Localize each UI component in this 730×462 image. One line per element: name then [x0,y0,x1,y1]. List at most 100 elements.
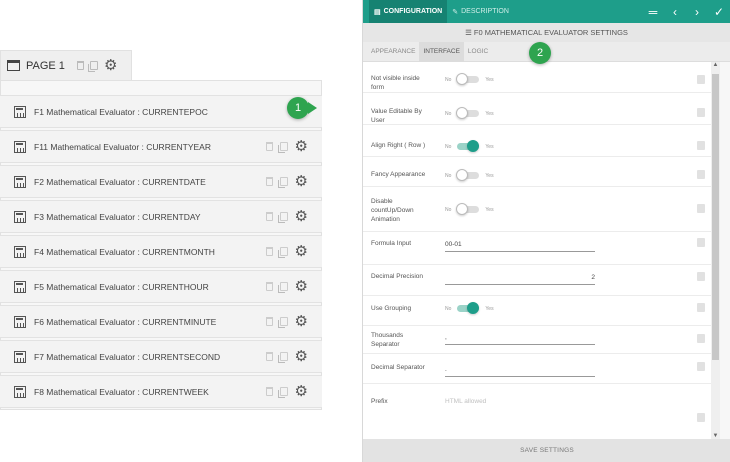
scroll-thumb[interactable] [712,74,719,360]
calculator-icon [14,350,26,363]
help-icon[interactable] [697,75,705,84]
chevron-left-icon[interactable]: ‹ [664,0,686,23]
panel-title: ☰ F0 MATHEMATICAL EVALUATOR SETTINGS [363,23,730,42]
align-right-toggle[interactable]: No Yes [445,140,494,152]
copy-icon[interactable] [277,142,288,153]
chevron-right-icon[interactable]: › [686,0,708,23]
help-icon[interactable] [697,108,705,117]
form-builder-area: PAGE 1 ⚙ F1 Mathematical Evaluator : CUR… [0,0,362,462]
toggle-switch[interactable] [456,107,480,119]
copy-icon[interactable] [277,247,288,258]
decimal-separator-input[interactable]: . [445,366,595,377]
step-badge-2: 2 [529,42,551,64]
scroll-up-icon[interactable]: ▲ [711,62,720,68]
field-label: F3 Mathematical Evaluator : CURRENTDAY [34,211,201,222]
not-visible-toggle[interactable]: No Yes [445,73,494,85]
trash-icon[interactable] [265,177,273,186]
trash-icon[interactable] [265,317,273,326]
page-gear-icon[interactable]: ⚙ [104,58,117,73]
tab-logic[interactable]: LOGIC [464,42,492,62]
field-row[interactable]: F6 Mathematical Evaluator : CURRENTMINUT… [0,305,322,338]
field-row[interactable]: F11 Mathematical Evaluator : CURRENTYEAR… [0,130,322,163]
help-icon[interactable] [697,413,705,422]
trash-icon[interactable] [265,247,273,256]
field-gear-icon[interactable]: ⚙ [295,139,308,154]
prefix-input[interactable]: HTML allowed [445,398,595,408]
field-gear-icon[interactable]: ⚙ [295,244,308,259]
toggle-switch[interactable] [456,169,480,181]
toggle-switch[interactable] [457,302,480,314]
field-row[interactable]: F4 Mathematical Evaluator : CURRENTMONTH… [0,235,322,268]
tab-configuration[interactable]: ▤ CONFIGURATION [369,0,448,23]
toggle-no-label: No [445,305,452,312]
tab-description-label: DESCRIPTION [461,8,509,15]
help-icon[interactable] [697,170,705,179]
copy-icon[interactable] [277,387,288,398]
tab-interface[interactable]: INTERFACE [419,41,464,62]
copy-icon[interactable] [277,212,288,223]
copy-icon[interactable] [277,177,288,188]
help-icon[interactable] [697,334,705,343]
field-row[interactable]: F5 Mathematical Evaluator : CURRENTHOUR … [0,270,322,303]
trash-icon[interactable] [265,282,273,291]
tab-configuration-label: CONFIGURATION [383,8,443,15]
tab-appearance[interactable]: APPEARANCE [367,42,419,62]
field-label: F11 Mathematical Evaluator : CURRENTYEAR [34,141,211,152]
formula-input[interactable]: 00-01 [445,241,595,252]
help-icon[interactable] [697,141,705,150]
value-editable-toggle[interactable]: No Yes [445,107,494,119]
field-label: F4 Mathematical Evaluator : CURRENTMONTH [34,246,215,257]
fancy-toggle[interactable]: No Yes [445,169,494,181]
settings-content: Not visible inside form No Yes Value Edi… [363,62,711,439]
field-gear-icon[interactable]: ⚙ [295,174,308,189]
toggle-switch[interactable] [456,73,480,85]
field-label: F7 Mathematical Evaluator : CURRENTSECON… [34,351,221,362]
decimal-precision-input[interactable]: 2 [445,274,595,285]
toggle-yes-label: Yes [485,76,494,83]
prop-disable-count: Disable countUp/Down Animation No Yes [363,187,711,232]
field-row[interactable]: F3 Mathematical Evaluator : CURRENTDAY ⚙ [0,200,322,233]
save-settings-button[interactable]: SAVE SETTINGS [363,439,730,462]
page-header[interactable]: PAGE 1 ⚙ [0,50,132,80]
page-copy-icon[interactable] [87,61,98,72]
field-gear-icon[interactable]: ⚙ [295,384,308,399]
toggle-no-label: No [445,143,452,150]
field-row[interactable]: F7 Mathematical Evaluator : CURRENTSECON… [0,340,322,373]
field-label: F2 Mathematical Evaluator : CURRENTDATE [34,176,206,187]
field-row[interactable]: F1 Mathematical Evaluator : CURRENTEPOC … [0,95,322,128]
field-gear-icon[interactable]: ⚙ [295,209,308,224]
trash-icon[interactable] [265,142,273,151]
field-gear-icon[interactable]: ⚙ [295,314,308,329]
copy-icon[interactable] [277,282,288,293]
step-badge-1: 1 [287,97,309,119]
trash-icon[interactable] [265,212,273,221]
copy-icon[interactable] [277,317,288,328]
panel-title-text: F0 MATHEMATICAL EVALUATOR SETTINGS [473,28,628,37]
field-row[interactable]: F8 Mathematical Evaluator : CURRENTWEEK … [0,375,322,408]
trash-icon[interactable] [265,387,273,396]
help-icon[interactable] [697,362,705,371]
tab-description[interactable]: ✎ DESCRIPTION [447,0,514,23]
field-label: F6 Mathematical Evaluator : CURRENTMINUT… [34,316,217,327]
help-icon[interactable] [697,272,705,281]
help-icon[interactable] [697,303,705,312]
help-icon[interactable] [697,204,705,213]
disable-count-toggle[interactable]: No Yes [445,203,494,215]
calculator-icon [14,175,26,188]
page-trash-icon[interactable] [76,61,84,70]
copy-icon[interactable] [277,352,288,363]
calculator-icon [14,315,26,328]
field-gear-icon[interactable]: ⚙ [295,279,308,294]
check-icon[interactable]: ✓ [708,0,730,23]
toggle-switch[interactable] [456,203,480,215]
field-row[interactable]: F2 Mathematical Evaluator : CURRENTDATE … [0,165,322,198]
settings-scrollbar[interactable]: ▲ ▼ [711,62,720,439]
trash-icon[interactable] [265,352,273,361]
help-icon[interactable] [697,238,705,247]
thousands-separator-input[interactable]: , [445,334,595,345]
toggle-switch[interactable] [457,140,480,152]
field-gear-icon[interactable]: ⚙ [295,349,308,364]
menu-icon[interactable]: ═ [642,0,664,23]
prop-decimal-separator: Decimal Separator . [363,354,711,384]
use-grouping-toggle[interactable]: No Yes [445,302,494,314]
